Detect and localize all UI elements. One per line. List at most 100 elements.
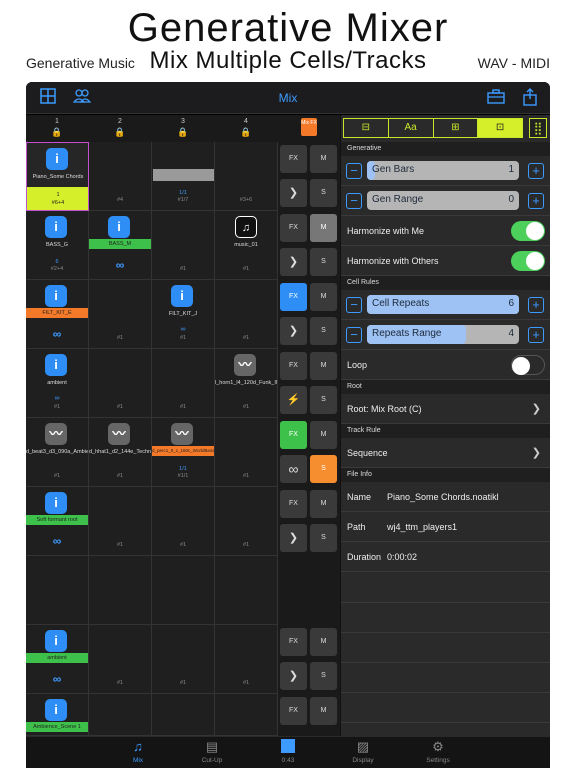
grid-cell[interactable]: i FILT_KIT_J ∞ #1 <box>152 280 215 349</box>
grid-cell[interactable]: i BASS_G 6 #2+4 <box>26 211 89 280</box>
gen-range-slider[interactable]: Gen Range 0 <box>367 191 519 210</box>
grid-cell[interactable] <box>152 694 215 736</box>
grid-cell[interactable]: #4 <box>89 142 152 211</box>
grid-cell[interactable] <box>215 556 278 625</box>
grid-cell[interactable]: 〰 d_hhat1_d2_144e_Techno_IM #1 <box>89 418 152 487</box>
track-header-3[interactable]: 3 🔒 <box>152 115 214 142</box>
next-button[interactable]: ❯ <box>280 524 307 552</box>
tab-stop[interactable]: 0:43 <box>258 739 318 764</box>
tab-settings[interactable]: ⚙ Settings <box>408 739 468 764</box>
loop-toggle[interactable] <box>511 355 545 375</box>
mute-button[interactable]: M <box>310 214 337 242</box>
fx-button[interactable]: FX <box>280 697 307 725</box>
gen-bars-decrement[interactable]: − <box>346 163 362 179</box>
fx-button[interactable]: FX <box>280 628 307 656</box>
mute-button[interactable]: M <box>310 628 337 656</box>
grid-cell[interactable]: #1 <box>152 487 215 556</box>
solo-button[interactable]: S <box>310 179 337 207</box>
grid-cell[interactable]: #1 <box>152 349 215 418</box>
grid-cell[interactable]: #1 <box>152 211 215 280</box>
grid-cell[interactable]: 〰 d_beat3_d3_090a_Ambient_IM #1 <box>26 418 89 487</box>
grid-cell[interactable]: #1 <box>89 487 152 556</box>
grid-cell[interactable]: #1 <box>215 280 278 349</box>
bolt-button[interactable]: ⚡ <box>280 386 307 414</box>
track-rule-row[interactable]: Sequence ❯ <box>341 438 550 468</box>
tab-structure[interactable]: ⊟ <box>344 119 389 137</box>
grid-cell[interactable]: i Soft formant root ∞ <box>26 487 89 556</box>
mute-button[interactable]: M <box>310 283 337 311</box>
gen-range-increment[interactable]: + <box>528 193 544 209</box>
loop-button[interactable]: ∞ <box>280 455 307 483</box>
track-header-4[interactable]: 4 🔒 <box>215 115 277 142</box>
toolbox-icon[interactable] <box>486 88 506 108</box>
solo-button[interactable]: S <box>310 455 337 483</box>
grid-cell[interactable]: i BASS_M ∞ <box>89 211 152 280</box>
tab-text[interactable]: Aa <box>389 119 434 137</box>
solo-button[interactable]: S <box>310 386 337 414</box>
grid-cell[interactable]: #1 <box>152 625 215 694</box>
solo-button[interactable]: S <box>310 524 337 552</box>
grid-cell[interactable]: i Ambience_Scene 1 <box>26 694 89 736</box>
grid-cell[interactable]: #1 <box>215 487 278 556</box>
tab-sliders[interactable]: ⊞ <box>434 119 479 137</box>
gen-range-decrement[interactable]: − <box>346 193 362 209</box>
grid-cell[interactable]: #1 <box>215 625 278 694</box>
mix-fx-button[interactable]: Mix FX <box>301 118 317 136</box>
gen-bars-slider[interactable]: Gen Bars 1 <box>367 161 519 180</box>
next-button[interactable]: ❯ <box>280 317 307 345</box>
next-button[interactable]: ❯ <box>280 662 307 690</box>
fx-button[interactable]: FX <box>280 421 307 449</box>
tab-generative[interactable]: ⊡ <box>478 119 522 137</box>
cell-repeats-decrement[interactable]: − <box>346 297 362 313</box>
mute-button[interactable]: M <box>310 352 337 380</box>
repeats-range-slider[interactable]: Repeats Range 4 <box>367 325 519 344</box>
solo-button[interactable]: S <box>310 248 337 276</box>
fx-button[interactable]: FX <box>280 214 307 242</box>
fx-button[interactable]: FX <box>280 283 307 311</box>
grid-cell[interactable]: #1 <box>89 625 152 694</box>
track-header-2[interactable]: 2 🔒 <box>89 115 151 142</box>
grid-cell[interactable]: i ambient ∞ #1 <box>26 349 89 418</box>
track-header-1[interactable]: 1 🔒 <box>26 115 88 142</box>
tab-cut-up[interactable]: ▤ Cut-Up <box>182 739 242 764</box>
repeats-range-decrement[interactable]: − <box>346 327 362 343</box>
tab-display[interactable]: ▨ Display <box>333 739 393 764</box>
fx-button[interactable]: FX <box>280 352 307 380</box>
root-row[interactable]: Root: Mix Root (C) ❯ <box>341 394 550 424</box>
grid-cell[interactable] <box>26 556 89 625</box>
grid-cell[interactable]: i ambient ∞ <box>26 625 89 694</box>
grid-cell[interactable]: #1 <box>215 418 278 487</box>
gen-bars-increment[interactable]: + <box>528 163 544 179</box>
next-button[interactable]: ❯ <box>280 248 307 276</box>
grid-cell[interactable] <box>152 556 215 625</box>
grid-cell[interactable]: i Piano_Some Chords 1 #6+4 <box>26 142 89 211</box>
mute-button[interactable]: M <box>310 421 337 449</box>
grid-dots-button[interactable]: ⣿ <box>529 118 547 138</box>
grid-cell[interactable]: #3+6 <box>215 142 278 211</box>
cell-repeats-increment[interactable]: + <box>528 297 544 313</box>
harmonize-others-toggle[interactable] <box>511 251 545 271</box>
mute-button[interactable]: M <box>310 490 337 518</box>
grid-cell[interactable] <box>215 694 278 736</box>
grid-cell[interactable]: i FILT_KIT_E ∞ <box>26 280 89 349</box>
grid-cell[interactable]: 〰 l_horn1_l4_120d_Funk_IM #1 <box>215 349 278 418</box>
grid-cell[interactable]: 〰 d_perc1_0_c_160c_WorldBeat_IM 1/1 #1/1 <box>152 418 215 487</box>
repeats-range-increment[interactable]: + <box>528 327 544 343</box>
next-button[interactable]: ❯ <box>280 179 307 207</box>
grid-cell[interactable]: ♫ music_01 #1 <box>215 211 278 280</box>
share-icon[interactable] <box>520 88 540 108</box>
grid-cell[interactable]: 1/1 #1/7 <box>152 142 215 211</box>
tab-mix[interactable]: ♫ Mix <box>108 739 168 764</box>
harmonize-me-toggle[interactable] <box>511 221 545 241</box>
solo-button[interactable]: S <box>310 662 337 690</box>
cell-repeats-slider[interactable]: Cell Repeats 6 <box>367 295 519 314</box>
solo-button[interactable]: S <box>310 317 337 345</box>
mute-button[interactable]: M <box>310 145 337 173</box>
grid-cell[interactable]: #1 <box>89 349 152 418</box>
grid-cell[interactable] <box>89 556 152 625</box>
fx-button[interactable]: FX <box>280 145 307 173</box>
fx-button[interactable]: FX <box>280 490 307 518</box>
grid-cell[interactable] <box>89 694 152 736</box>
grid-cell[interactable]: #1 <box>89 280 152 349</box>
mute-button[interactable]: M <box>310 697 337 725</box>
